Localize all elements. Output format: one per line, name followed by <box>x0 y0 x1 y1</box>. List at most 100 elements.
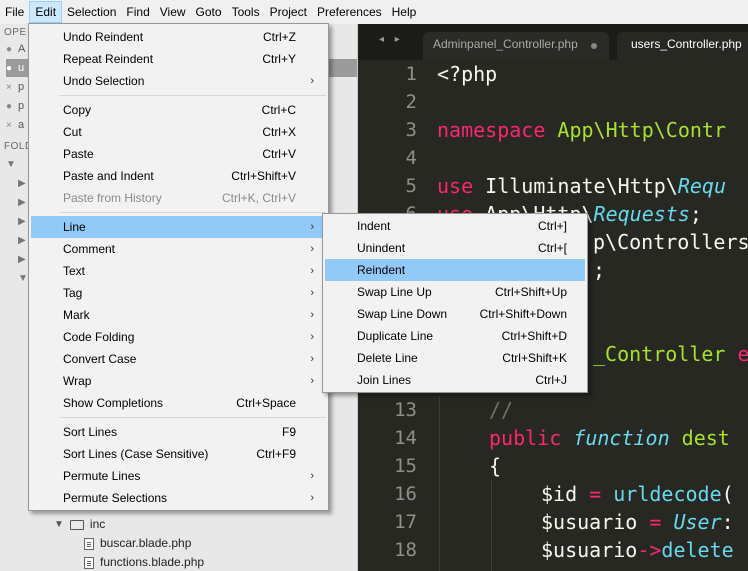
menu-item-shortcut: Ctrl+J <box>535 373 567 387</box>
menu-item-label: Sort Lines <box>63 425 118 439</box>
dot-icon[interactable]: ● <box>6 60 18 78</box>
menu-item-shortcut: Ctrl+[ <box>537 241 567 255</box>
file-item[interactable]: buscar.blade.php <box>84 534 191 553</box>
menu-item-shortcut: Ctrl+V <box>262 147 296 161</box>
tab-label: users_Controller.php <box>631 37 742 51</box>
menu-selection[interactable]: Selection <box>62 1 121 23</box>
submenu-item-join-lines[interactable]: Join Lines Ctrl+J <box>325 369 585 391</box>
menu-item-permute-lines[interactable]: Permute Lines › <box>31 465 326 487</box>
menu-goto[interactable]: Goto <box>191 1 227 23</box>
line-number: 18 <box>394 539 417 561</box>
menu-item-text[interactable]: Text › <box>31 260 326 282</box>
menu-item-paste-and-indent[interactable]: Paste and Indent Ctrl+Shift+V <box>31 165 326 187</box>
menu-item-label: Permute Selections <box>63 491 168 505</box>
submenu-arrow-icon: › <box>310 331 314 343</box>
submenu-item-swap-line-down[interactable]: Swap Line Down Ctrl+Shift+Down <box>325 303 585 325</box>
menu-item-code-folding[interactable]: Code Folding › <box>31 326 326 348</box>
collapse-arrow-icon[interactable]: ▶ <box>18 232 26 250</box>
menu-item-sort-lines-case-sensitive[interactable]: Sort Lines (Case Sensitive) Ctrl+F9 <box>31 443 326 465</box>
menu-item-shortcut: Ctrl+C <box>261 103 296 117</box>
collapse-arrow-icon[interactable]: ▶ <box>18 175 26 193</box>
open-files-header: OPE <box>4 27 27 38</box>
line-number: 3 <box>405 119 417 141</box>
unsaved-dot-icon[interactable] <box>591 43 597 49</box>
menu-item-undo-selection[interactable]: Undo Selection › <box>31 70 326 92</box>
menu-tools[interactable]: Tools <box>227 1 265 23</box>
file-item[interactable]: functions.blade.php <box>84 553 204 571</box>
expand-arrow-icon[interactable]: ▼ <box>18 270 28 288</box>
menu-item-copy[interactable]: Copy Ctrl+C <box>31 99 326 121</box>
submenu-item-unindent[interactable]: Unindent Ctrl+[ <box>325 237 585 259</box>
submenu-arrow-icon: › <box>310 309 314 321</box>
menu-item-label: Mark <box>63 308 90 322</box>
line-number: 5 <box>405 175 417 197</box>
menu-item-line[interactable]: Line › <box>31 216 326 238</box>
submenu-item-swap-line-up[interactable]: Swap Line Up Ctrl+Shift+Up <box>325 281 585 303</box>
open-file-name: A <box>18 43 26 55</box>
menu-item-sort-lines[interactable]: Sort Lines F9 <box>31 421 326 443</box>
menu-find[interactable]: Find <box>121 1 154 23</box>
menu-preferences[interactable]: Preferences <box>312 1 387 23</box>
menu-item-shortcut: Ctrl+Shift+Down <box>479 307 567 321</box>
menu-project[interactable]: Project <box>265 1 312 23</box>
menu-item-label: Comment <box>63 242 116 256</box>
collapse-arrow-icon[interactable]: ▶ <box>18 213 26 231</box>
menu-file[interactable]: File <box>0 1 29 23</box>
menu-item-label: Paste and Indent <box>63 169 154 183</box>
menu-item-mark[interactable]: Mark › <box>31 304 326 326</box>
menu-item-permute-selections[interactable]: Permute Selections › <box>31 487 326 509</box>
menu-item-label: Swap Line Up <box>357 285 432 299</box>
menu-item-cut[interactable]: Cut Ctrl+X <box>31 121 326 143</box>
menu-view[interactable]: View <box>155 1 191 23</box>
submenu-arrow-icon: › <box>310 492 314 504</box>
code-line-15: { <box>489 454 502 478</box>
dot-icon[interactable]: ● <box>6 98 18 116</box>
menu-item-label: Join Lines <box>357 373 412 387</box>
submenu-item-indent[interactable]: Indent Ctrl+] <box>325 215 585 237</box>
menu-item-undo-reindent[interactable]: Undo Reindent Ctrl+Z <box>31 26 326 48</box>
code-line-11: _Controller e <box>593 342 748 366</box>
menu-item-comment[interactable]: Comment › <box>31 238 326 260</box>
file-icon <box>84 556 94 569</box>
submenu-item-duplicate-line[interactable]: Duplicate Line Ctrl+Shift+D <box>325 325 585 347</box>
folder-inc[interactable]: ▼ inc <box>54 515 105 534</box>
submenu-item-reindent[interactable]: Reindent <box>325 259 585 281</box>
code-line-17: $usuario = User: <box>541 510 734 534</box>
menu-item-shortcut: Ctrl+] <box>537 219 567 233</box>
menu-edit[interactable]: Edit <box>29 1 63 23</box>
submenu-arrow-icon: › <box>310 265 314 277</box>
open-file-name: a <box>18 119 25 131</box>
edit-menu: Undo Reindent Ctrl+Z Repeat Reindent Ctrl+Y… <box>28 23 329 511</box>
close-icon[interactable]: × <box>6 117 18 135</box>
line-submenu: Indent Ctrl+] Unindent Ctrl+[Reindent Swap L… <box>322 213 588 393</box>
expand-arrow-icon[interactable]: ▼ <box>54 515 64 534</box>
tab-nav-arrows[interactable]: ◂ ▸ <box>379 34 404 45</box>
menu-item-label: Cut <box>63 125 82 139</box>
menu-item-paste[interactable]: Paste Ctrl+V <box>31 143 326 165</box>
collapse-arrow-icon[interactable]: ▶ <box>18 194 26 212</box>
code-line-14: public function dest <box>489 426 730 450</box>
file-name: functions.blade.php <box>100 555 205 569</box>
collapse-arrow-icon[interactable]: ▶ <box>18 251 26 269</box>
expand-arrow-icon[interactable]: ▼ <box>6 156 16 174</box>
tab-users-controller[interactable]: users_Controller.php <box>617 32 748 60</box>
menu-help[interactable]: Help <box>387 1 422 23</box>
menu-item-show-completions[interactable]: Show Completions Ctrl+Space <box>31 392 326 414</box>
menu-item-repeat-reindent[interactable]: Repeat Reindent Ctrl+Y <box>31 48 326 70</box>
submenu-arrow-icon: › <box>310 470 314 482</box>
dot-icon[interactable]: ● <box>6 41 18 59</box>
menu-item-shortcut: Ctrl+K, Ctrl+V <box>221 191 296 205</box>
menu-separator <box>59 417 326 418</box>
menu-item-paste-from-history: Paste from History Ctrl+K, Ctrl+V <box>31 187 326 209</box>
menu-item-label: Unindent <box>357 241 406 255</box>
menu-item-tag[interactable]: Tag › <box>31 282 326 304</box>
menu-item-label: Repeat Reindent <box>63 52 154 66</box>
menu-item-convert-case[interactable]: Convert Case › <box>31 348 326 370</box>
submenu-item-delete-line[interactable]: Delete Line Ctrl+Shift+K <box>325 347 585 369</box>
menu-item-label: Tag <box>63 286 83 300</box>
menu-item-wrap[interactable]: Wrap › <box>31 370 326 392</box>
menu-item-shortcut: Ctrl+F9 <box>256 447 296 461</box>
tab-adminpanel-controller[interactable]: Adminpanel_Controller.php <box>423 32 609 60</box>
close-icon[interactable]: × <box>6 79 18 97</box>
menu-item-label: Undo Selection <box>63 74 145 88</box>
